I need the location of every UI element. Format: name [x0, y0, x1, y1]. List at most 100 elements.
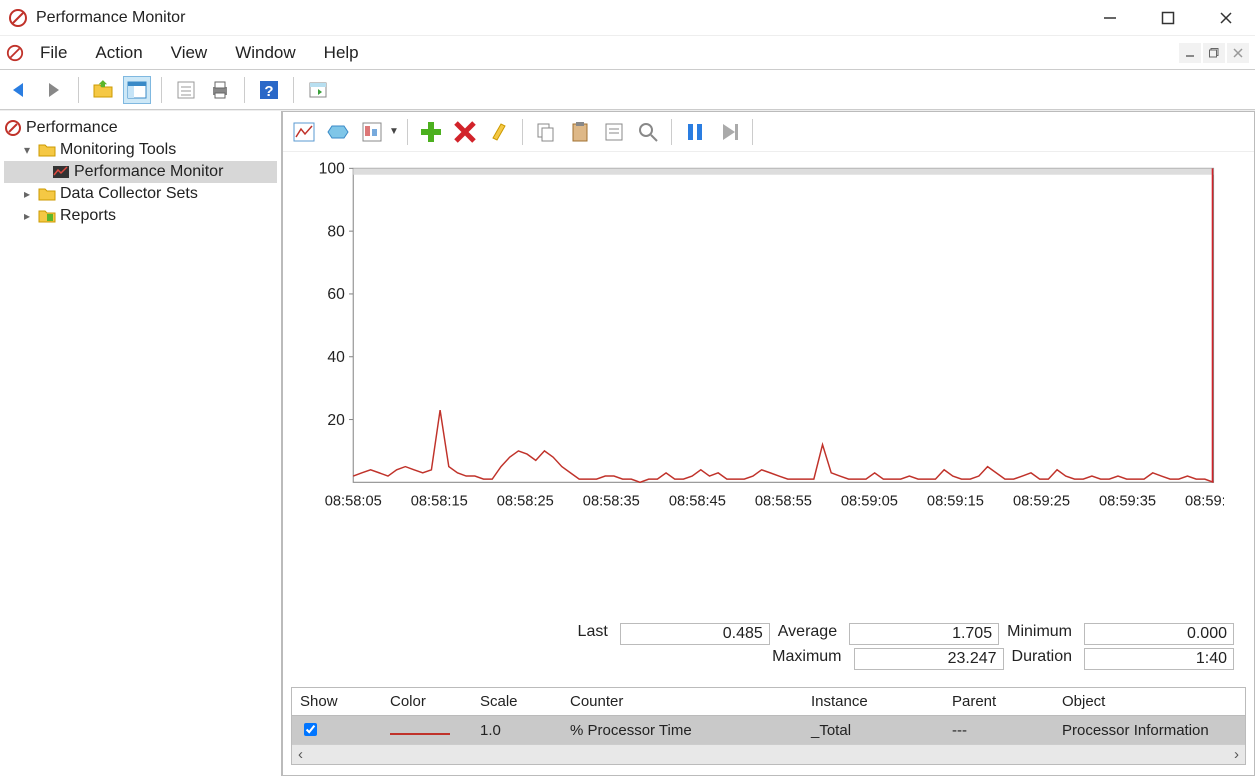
tree-node-monitoring-tools[interactable]: ▾ Monitoring Tools [4, 139, 277, 161]
back-button[interactable] [6, 76, 34, 104]
separator [78, 77, 79, 103]
svg-text:08:59:05: 08:59:05 [841, 494, 898, 510]
col-header-scale[interactable]: Scale [472, 693, 562, 710]
menu-file[interactable]: File [36, 41, 71, 65]
stat-last-value: 0.485 [620, 623, 770, 645]
freeze-display-button[interactable] [680, 117, 710, 147]
forward-button[interactable] [40, 76, 68, 104]
view-line-chart-button[interactable] [289, 117, 319, 147]
menu-window[interactable]: Window [231, 41, 299, 65]
svg-text:08:58:45: 08:58:45 [669, 494, 726, 510]
paste-icon[interactable] [565, 117, 595, 147]
counter-show-checkbox[interactable] [304, 723, 317, 736]
properties-icon[interactable] [172, 76, 200, 104]
perfmon-icon [52, 163, 70, 181]
separator [671, 119, 672, 145]
separator [752, 119, 753, 145]
col-header-parent[interactable]: Parent [944, 693, 1054, 710]
open-folder-icon[interactable] [89, 76, 117, 104]
separator [161, 77, 162, 103]
chevron-down-icon[interactable]: ▾ [20, 143, 34, 157]
svg-text:?: ? [264, 83, 273, 100]
help-icon[interactable]: ? [255, 76, 283, 104]
properties-button[interactable] [599, 117, 629, 147]
cell-object: Processor Information [1054, 722, 1245, 739]
mdi-minimize-button[interactable] [1179, 43, 1201, 63]
navigation-tree[interactable]: Performance ▾ Monitoring Tools Performan… [0, 111, 282, 776]
stat-maximum-value: 23.247 [854, 648, 1004, 670]
svg-text:08:58:05: 08:58:05 [325, 494, 382, 510]
tree-label: Performance [26, 119, 118, 137]
tree-node-performance-monitor[interactable]: Performance Monitor [4, 161, 277, 183]
col-header-counter[interactable]: Counter [562, 693, 803, 710]
update-data-button[interactable] [714, 117, 744, 147]
col-header-show[interactable]: Show [292, 693, 382, 710]
svg-text:80: 80 [327, 223, 345, 240]
perfmon-root-icon [4, 119, 22, 137]
menu-action[interactable]: Action [91, 41, 146, 65]
svg-text:08:58:25: 08:58:25 [497, 494, 554, 510]
minimize-button[interactable] [1095, 4, 1125, 32]
stat-average-value: 1.705 [849, 623, 999, 645]
tree-label: Reports [60, 207, 116, 225]
menu-view[interactable]: View [167, 41, 212, 65]
chevron-right-icon[interactable]: ▸ [20, 209, 34, 223]
cell-counter: % Processor Time [562, 722, 803, 739]
svg-text:08:59:25: 08:59:25 [1013, 494, 1070, 510]
tree-node-data-collector-sets[interactable]: ▸ Data Collector Sets [4, 183, 277, 205]
add-counter-button[interactable] [416, 117, 446, 147]
delete-counter-button[interactable] [450, 117, 480, 147]
col-header-instance[interactable]: Instance [803, 693, 944, 710]
highlight-button[interactable] [484, 117, 514, 147]
stat-last-label: Last [578, 623, 612, 645]
folder-icon [38, 185, 56, 203]
svg-text:08:59:15: 08:59:15 [927, 494, 984, 510]
separator [522, 119, 523, 145]
svg-text:20: 20 [327, 412, 345, 429]
app-icon-small [6, 44, 24, 62]
cell-instance: _Total [803, 722, 944, 739]
close-button[interactable] [1211, 4, 1241, 32]
chart-type-dropdown[interactable]: ▼ [389, 126, 399, 137]
col-header-color[interactable]: Color [382, 693, 472, 710]
svg-text:08:59:35: 08:59:35 [1099, 494, 1156, 510]
performance-line-chart[interactable]: 20 40 60 80 100 08:58:05 08:58:15 08:58:25 08:58… [303, 162, 1224, 512]
copy-icon[interactable] [531, 117, 561, 147]
chevron-right-icon[interactable]: ▸ [20, 187, 34, 201]
show-hide-tree-button[interactable] [123, 76, 151, 104]
stat-duration-value: 1:40 [1084, 648, 1234, 670]
app-icon [8, 8, 28, 28]
maximize-button[interactable] [1153, 4, 1183, 32]
window-title: Performance Monitor [36, 9, 1095, 27]
svg-text:08:58:15: 08:58:15 [411, 494, 468, 510]
svg-text:08:58:35: 08:58:35 [583, 494, 640, 510]
zoom-icon[interactable] [633, 117, 663, 147]
tree-node-performance[interactable]: Performance [4, 117, 277, 139]
counter-color-swatch [390, 733, 450, 735]
tree-label: Performance Monitor [74, 163, 223, 181]
svg-text:60: 60 [327, 286, 345, 303]
svg-text:08:59:44: 08:59:44 [1185, 494, 1224, 510]
svg-text:100: 100 [319, 162, 345, 178]
col-header-object[interactable]: Object [1054, 693, 1245, 710]
mdi-restore-button[interactable] [1203, 43, 1225, 63]
view-3d-button[interactable] [323, 117, 353, 147]
tree-label: Monitoring Tools [60, 141, 176, 159]
horizontal-scrollbar[interactable]: ‹› [292, 744, 1245, 764]
folder-icon [38, 141, 56, 159]
mdi-close-button[interactable] [1227, 43, 1249, 63]
view-report-button[interactable] [357, 117, 387, 147]
tree-label: Data Collector Sets [60, 185, 198, 203]
print-icon[interactable] [206, 76, 234, 104]
menu-help[interactable]: Help [320, 41, 363, 65]
separator [293, 77, 294, 103]
svg-text:08:58:55: 08:58:55 [755, 494, 812, 510]
cell-scale: 1.0 [472, 722, 562, 739]
tree-node-reports[interactable]: ▸ Reports [4, 205, 277, 227]
counters-table[interactable]: Show Color Scale Counter Instance Parent… [291, 687, 1246, 765]
stat-duration-label: Duration [1012, 648, 1076, 670]
svg-text:40: 40 [327, 349, 345, 366]
separator [244, 77, 245, 103]
new-window-icon[interactable] [304, 76, 332, 104]
table-row[interactable]: 1.0 % Processor Time _Total --- Processo… [292, 716, 1245, 744]
